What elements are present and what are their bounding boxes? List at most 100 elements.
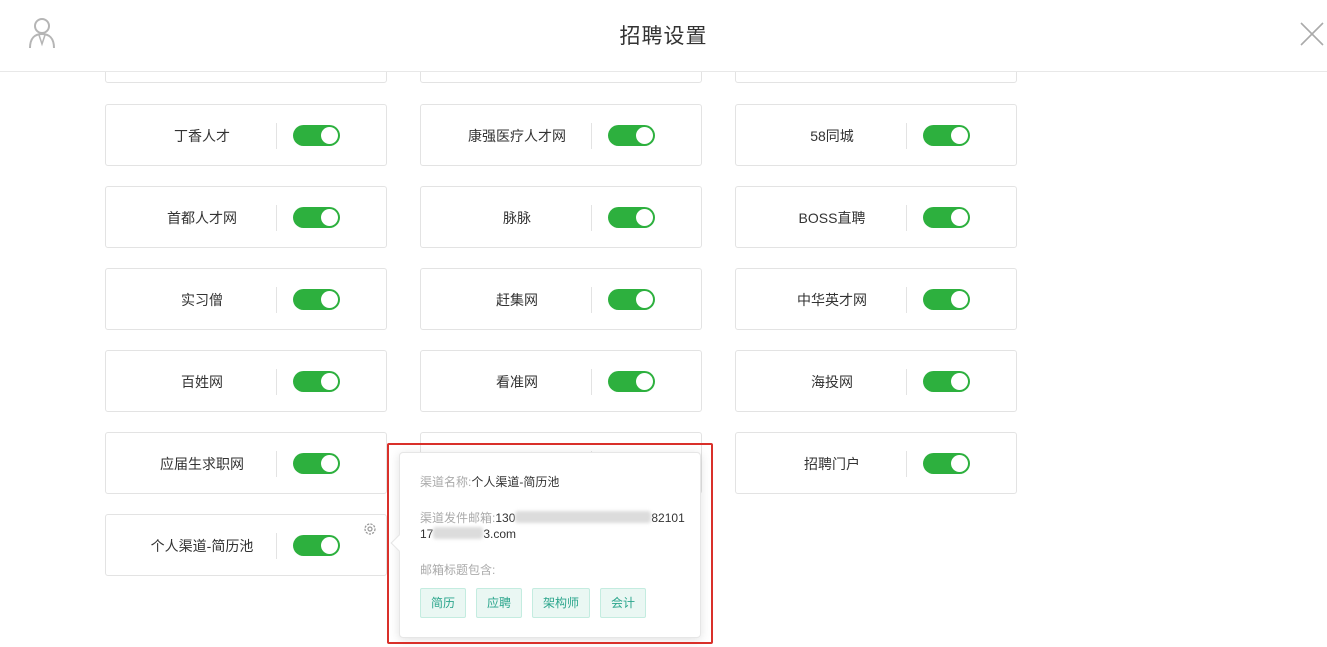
toggle-knob [321,537,338,554]
subject-filter-row: 邮箱标题包含: [420,562,495,578]
channel-name: 中华英才网 [797,292,867,308]
toggle-knob [951,291,968,308]
channel-card: 看准网 [420,350,702,412]
divider [906,123,907,149]
page-header: 招聘设置 [0,0,1327,72]
toggle-knob [321,373,338,390]
redacted-email [433,527,484,539]
sender-email-row-2: 17 3.com [420,526,516,542]
channel-toggle[interactable] [293,371,340,392]
divider [276,287,277,313]
divider [276,451,277,477]
channel-toggle[interactable] [608,289,655,310]
channel-card: 个人渠道-简历池 [105,514,387,576]
channel-name: 百姓网 [181,374,223,390]
page-title: 招聘设置 [619,25,708,48]
sender-email-line2-end: 3.com [483,527,517,541]
redacted-email [515,511,652,523]
channel-name-label: 渠道名称: [420,475,472,489]
toggle-knob [321,127,338,144]
channel-name: 丁香人才 [174,128,230,144]
divider [591,287,592,313]
channel-toggle[interactable] [608,207,655,228]
channel-name: 海投网 [811,374,853,390]
channel-card: 实习僧 [105,268,387,330]
divider [276,533,277,559]
divider [276,123,277,149]
toggle-knob [951,455,968,472]
divider [906,287,907,313]
channel-name: 看准网 [496,374,538,390]
toggle-knob [321,455,338,472]
channel-toggle[interactable] [923,371,970,392]
channel-card: 58同城 [735,104,1017,166]
sender-email-label: 渠道发件邮箱: [420,511,496,525]
channel-toggle[interactable] [608,125,655,146]
subject-tag: 简历 [420,588,467,618]
channel-card: 首都人才网 [105,186,387,248]
channel-name: 招聘门户 [804,456,860,472]
channel-name: 康强医疗人才网 [468,128,566,144]
divider [276,369,277,395]
subject-filter-label: 邮箱标题包含: [420,563,496,577]
sender-email-line1-end: 82101 [651,511,685,525]
toggle-knob [951,373,968,390]
channel-toggle[interactable] [293,207,340,228]
divider [906,369,907,395]
channel-toggle[interactable] [293,125,340,146]
channel-name: 个人渠道-简历池 [150,538,254,554]
channel-toggle[interactable] [923,207,970,228]
channel-card: 中华英才网 [735,268,1017,330]
toggle-knob [636,127,653,144]
channel-name-value: 个人渠道-简历池 [471,475,560,489]
channel-name: 58同城 [810,128,854,144]
channel-card: 脉脉 [420,186,702,248]
sender-email-row: 渠道发件邮箱:130 82101 [420,510,685,526]
channel-name: BOSS直聘 [798,210,866,226]
channel-card: 百姓网 [105,350,387,412]
toggle-knob [321,209,338,226]
popover-arrow [390,534,408,552]
channel-card: 丁香人才 [105,104,387,166]
subject-tag: 应聘 [476,588,523,618]
channel-toggle[interactable] [608,371,655,392]
channel-toggle[interactable] [293,535,340,556]
channel-toggle[interactable] [293,453,340,474]
toggle-knob [321,291,338,308]
channel-name: 实习僧 [181,292,223,308]
divider [591,123,592,149]
channel-card: 赶集网 [420,268,702,330]
sender-email-line1-start: 130 [495,511,516,525]
channel-name-row: 渠道名称:个人渠道-简历池 [420,474,559,490]
channel-card: 招聘门户 [735,432,1017,494]
toggle-knob [636,209,653,226]
divider [906,451,907,477]
toggle-knob [636,373,653,390]
gear-icon[interactable] [362,521,378,537]
channel-card: BOSS直聘 [735,186,1017,248]
channel-name: 首都人才网 [167,210,237,226]
divider [276,205,277,231]
channel-card: 康强医疗人才网 [420,104,702,166]
subject-tag: 架构师 [532,588,591,618]
channel-detail-popover: 渠道名称:个人渠道-简历池 渠道发件邮箱:130 82101 17 3.com 邮箱… [390,452,701,638]
channel-card: 海投网 [735,350,1017,412]
channel-name: 赶集网 [496,292,538,308]
channel-name: 脉脉 [503,210,531,226]
divider [591,205,592,231]
subject-tag: 会计 [600,588,647,618]
channel-toggle[interactable] [923,453,970,474]
channel-toggle[interactable] [923,125,970,146]
toggle-knob [951,209,968,226]
channel-toggle[interactable] [293,289,340,310]
sender-email-line2-start: 17 [420,527,434,541]
divider [906,205,907,231]
toggle-knob [951,127,968,144]
toggle-knob [636,291,653,308]
divider [591,369,592,395]
subject-tag-list: 简历 应聘 架构师 会计 [420,588,656,618]
channel-toggle[interactable] [923,289,970,310]
channel-card: 应届生求职网 [105,432,387,494]
close-icon[interactable] [1298,20,1326,48]
channel-name: 应届生求职网 [160,456,244,472]
